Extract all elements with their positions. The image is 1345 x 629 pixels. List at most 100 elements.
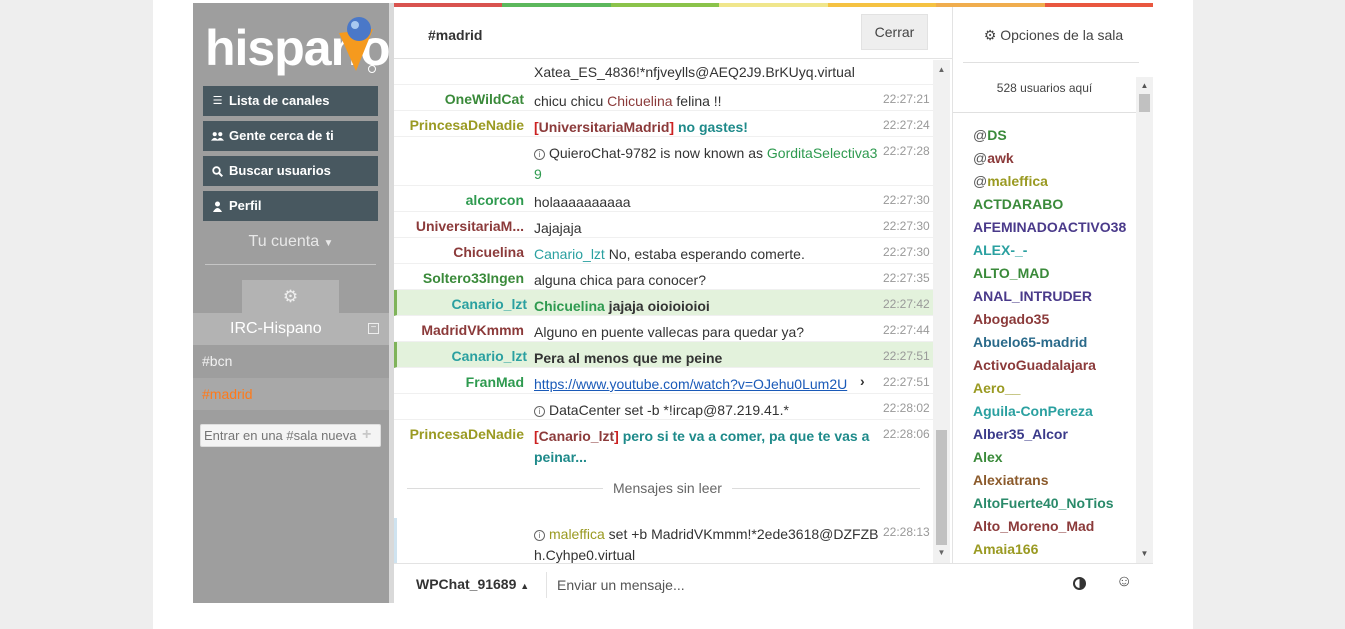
- message-link[interactable]: https://www.youtube.com/watch?v=OJehu0Lu…: [534, 376, 847, 392]
- user-list-item[interactable]: Aguila-ConPereza: [973, 403, 1093, 419]
- user-list-item[interactable]: Abuelo65-madrid: [973, 334, 1087, 350]
- divider: [205, 264, 376, 265]
- user-list-item[interactable]: Alber35_Alcor: [973, 426, 1068, 442]
- mention-nick[interactable]: UniversitariaMadrid: [539, 119, 670, 135]
- scroll-down-icon[interactable]: ▼: [933, 546, 950, 560]
- mention-nick[interactable]: maleffica: [549, 526, 605, 542]
- messages-scrollbar[interactable]: ▲ ▼: [933, 60, 950, 563]
- channel-item-bcn[interactable]: #bcn: [193, 345, 389, 377]
- message-time: 22:27:44: [883, 323, 930, 337]
- user-name: Aero__: [973, 380, 1021, 396]
- userlist-scrollbar[interactable]: ▲ ▼: [1136, 77, 1153, 563]
- mention-nick[interactable]: Canario_lzt: [539, 428, 614, 444]
- user-list-item[interactable]: AltoFuerte40_NoTios: [973, 495, 1114, 511]
- message-nick[interactable]: FranMad: [466, 374, 524, 390]
- message-text: holaaaaaaaaaa: [534, 194, 631, 210]
- user-name: Abuelo65-madrid: [973, 334, 1088, 350]
- info-icon: i: [534, 149, 545, 160]
- user-list-item[interactable]: @maleffica: [973, 173, 1048, 189]
- user-count: 528 usuarios aquí: [996, 81, 1093, 95]
- message-row: MadridVKmmm Alguno en puente vallecas pa…: [394, 316, 933, 342]
- message-time: 22:27:51: [883, 349, 930, 363]
- user-list-item[interactable]: ANAL_INTRUDER: [973, 288, 1092, 304]
- account-menu[interactable]: Tu cuenta ▼: [193, 233, 389, 251]
- user-name: ActivoGuadalajara: [973, 357, 1096, 373]
- scroll-up-icon[interactable]: ▲: [1136, 79, 1153, 93]
- join-channel-input[interactable]: [200, 424, 381, 447]
- user-list-item[interactable]: AFEMINADOACTIVO38: [973, 219, 1126, 235]
- message-nick[interactable]: MadridVKmmm: [421, 322, 524, 338]
- message-row: alcorcon holaaaaaaaaaa 22:27:30: [394, 186, 933, 212]
- user-list-item[interactable]: Alexiatrans: [973, 472, 1048, 488]
- message-time: 22:28:13: [883, 525, 930, 539]
- gear-icon: ⚙: [282, 286, 299, 306]
- mention-nick[interactable]: Chicuelina: [534, 298, 605, 314]
- my-nick-menu[interactable]: WPChat_91689 ▲: [416, 576, 529, 592]
- user-prefix: @: [973, 173, 988, 189]
- text-part: felina !!: [672, 93, 722, 109]
- message-nick[interactable]: OneWildCat: [445, 91, 524, 107]
- nav-search-users-button[interactable]: Buscar usuarios: [203, 156, 378, 186]
- user-list-item[interactable]: ActivoGuadalajara: [973, 357, 1096, 373]
- text-part: DataCenter set -b *!ircap@87.219.41.*: [549, 402, 789, 418]
- user-list-item[interactable]: ACTDARABO: [973, 196, 1063, 212]
- user-list-item[interactable]: @DS: [973, 127, 1007, 143]
- network-header[interactable]: IRC-Hispano −: [193, 313, 389, 345]
- user-list-item[interactable]: Alex: [973, 449, 1003, 465]
- chevron-right-icon[interactable]: ›: [860, 373, 865, 389]
- room-options-button[interactable]: ⚙ Opciones de la sala: [953, 27, 1154, 44]
- message-row: UniversitariaM... Jajajaja 22:27:30: [394, 212, 933, 238]
- caret-up-icon: ▲: [520, 581, 530, 591]
- text-part: jajaja oioioioioi: [604, 298, 710, 314]
- close-channel-button[interactable]: Cerrar: [861, 14, 928, 50]
- message-nick[interactable]: Canario_lzt: [452, 296, 527, 312]
- collapse-icon[interactable]: −: [368, 323, 379, 334]
- message-nick[interactable]: UniversitariaM...: [416, 218, 524, 234]
- user-list-item[interactable]: Amaia166: [973, 541, 1038, 557]
- mention-nick[interactable]: Chicuelina: [607, 93, 672, 109]
- message-input[interactable]: [557, 572, 1037, 598]
- contrast-icon[interactable]: [1073, 577, 1086, 590]
- user-list-item[interactable]: Abogado35: [973, 311, 1049, 327]
- user-list-item[interactable]: Aero__: [973, 380, 1020, 396]
- message-nick[interactable]: PrincesaDeNadie: [410, 426, 524, 442]
- user-name: Alex: [973, 449, 1003, 465]
- message-nick[interactable]: PrincesaDeNadie: [410, 117, 524, 133]
- mention-nick[interactable]: Canario_lzt: [534, 246, 605, 262]
- nav-people-nearby-button[interactable]: Gente cerca de ti: [203, 121, 378, 151]
- user-list-item[interactable]: @awk: [973, 150, 1014, 166]
- user-name: ALTO_MAD: [973, 265, 1050, 281]
- message-row-unread: i maleffica set +b MadridVKmmm!*2ede3618@…: [394, 518, 933, 563]
- message-nick[interactable]: alcorcon: [466, 192, 524, 208]
- unread-label: Mensajes sin leer: [603, 480, 732, 496]
- plus-icon[interactable]: +: [362, 426, 371, 444]
- scroll-down-icon[interactable]: ▼: [1136, 547, 1153, 561]
- info-icon: i: [534, 530, 545, 541]
- user-name: awk: [987, 150, 1014, 166]
- message-nick[interactable]: Chicuelina: [453, 244, 524, 260]
- user-name: Amaia166: [973, 541, 1039, 557]
- scroll-thumb[interactable]: [1139, 94, 1150, 112]
- user-name: maleffica: [987, 173, 1048, 189]
- message-text: https://www.youtube.com/watch?v=OJehu0Lu…: [534, 374, 869, 395]
- message-text: Chicuelina jajaja oioioioioi: [534, 296, 879, 317]
- channel-item-madrid[interactable]: #madrid: [193, 378, 389, 410]
- scroll-up-icon[interactable]: ▲: [933, 63, 950, 77]
- nav-channel-list-button[interactable]: ☰ Lista de canales: [203, 86, 378, 116]
- user-icon: [211, 201, 224, 212]
- user-list-item[interactable]: Alto_Moreno_Mad: [973, 518, 1094, 534]
- user-name: Abogado35: [973, 311, 1050, 327]
- input-bar: WPChat_91689 ▲ ☺: [394, 563, 1153, 603]
- scroll-thumb[interactable]: [936, 430, 947, 545]
- message-nick[interactable]: Soltero33Ingen: [423, 270, 524, 286]
- user-list-item[interactable]: ALEX-_-: [973, 242, 1027, 258]
- user-list-item[interactable]: ALTO_MAD: [973, 265, 1049, 281]
- nav-label: Buscar usuarios: [229, 163, 331, 178]
- emoji-icon[interactable]: ☺: [1116, 573, 1132, 591]
- message-nick[interactable]: Canario_lzt: [452, 348, 527, 364]
- message-time: 22:27:28: [883, 144, 930, 158]
- nav-profile-button[interactable]: Perfil: [203, 191, 378, 221]
- message-row: PrincesaDeNadie [UniversitariaMadrid] no…: [394, 111, 933, 137]
- message-text: [Canario_lzt] pero si te va a comer, pa …: [534, 426, 879, 468]
- settings-gear-button[interactable]: ⚙: [242, 280, 339, 313]
